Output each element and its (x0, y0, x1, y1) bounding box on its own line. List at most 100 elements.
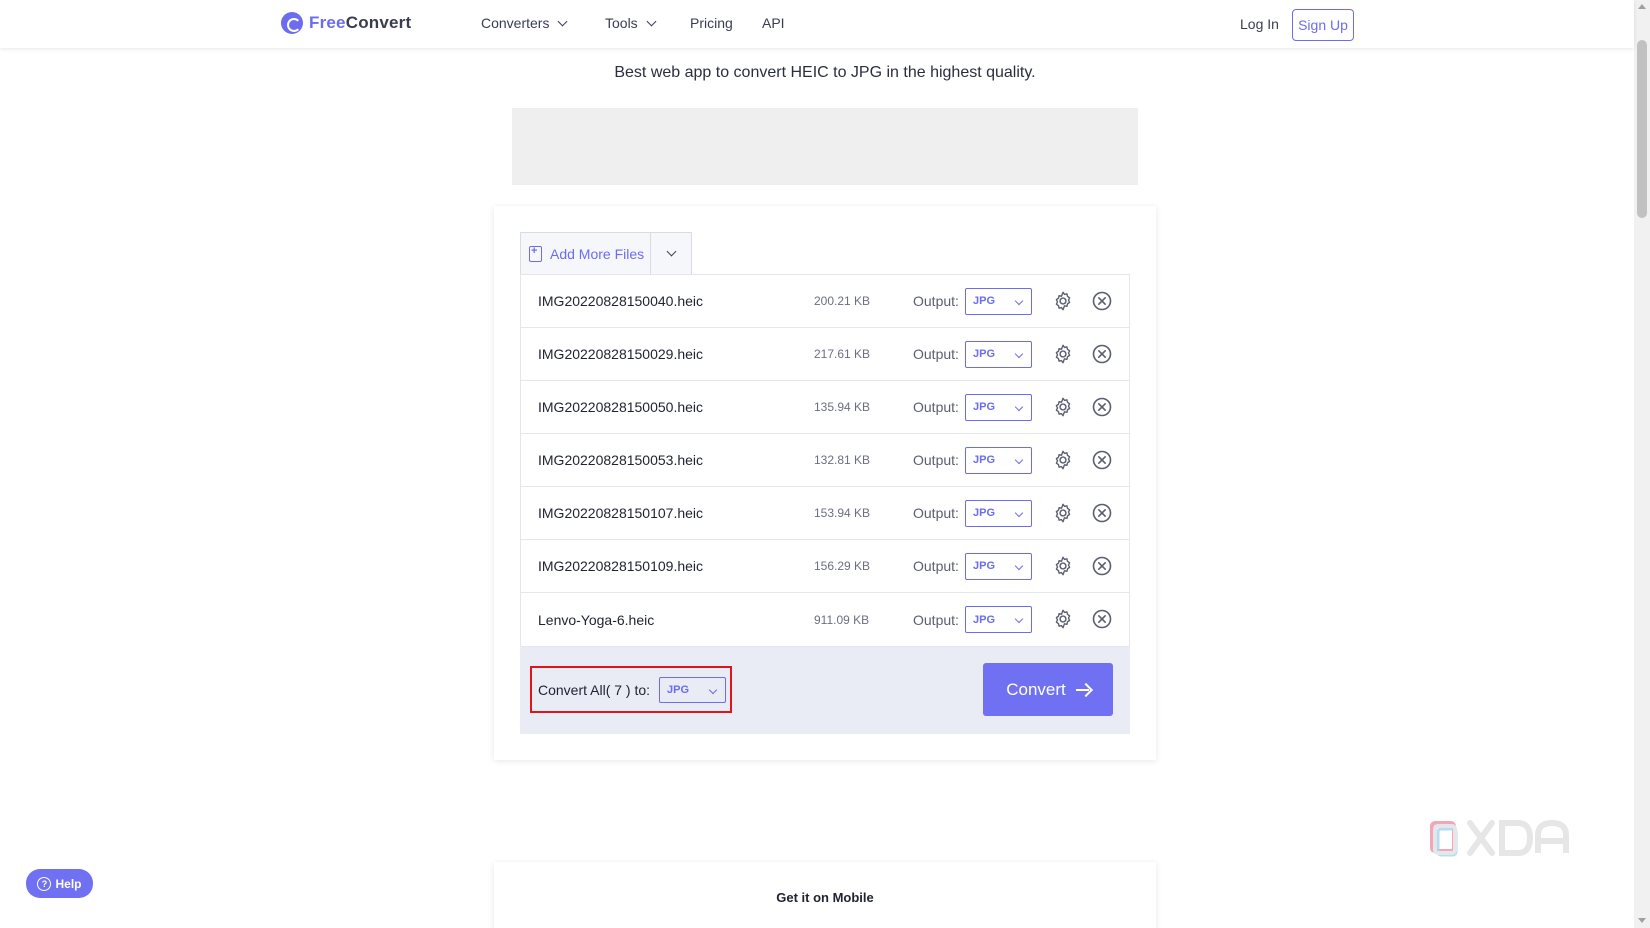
logo-icon (281, 12, 303, 34)
convert-button-label: Convert (1006, 679, 1066, 699)
output-label: Output: (913, 346, 959, 362)
add-more-files-control: Add More Files (520, 232, 692, 274)
remove-file-icon[interactable] (1092, 291, 1112, 311)
remove-file-icon[interactable] (1092, 397, 1112, 417)
mobile-section: Get it on Mobile (494, 862, 1156, 928)
file-name: IMG20220828150107.heic (538, 505, 704, 521)
add-file-icon (529, 245, 542, 262)
output-format-value: JPG (973, 401, 996, 413)
output-label: Output: (913, 611, 959, 628)
output-format-select[interactable]: JPG (965, 287, 1032, 315)
file-size: 156.29 KB (814, 559, 871, 573)
file-row: IMG20220828150050.heic 135.94 KB Output: JP… (521, 381, 1129, 434)
convert-footer: Convert All( 7 ) to: JPG Convert (520, 647, 1130, 734)
output-format-select[interactable]: JPG (965, 499, 1032, 527)
file-row: IMG20220828150053.heic 132.81 KB Output: JP… (521, 434, 1129, 487)
output-label: Output: (913, 558, 959, 574)
chevron-down-icon (1014, 508, 1024, 517)
top-navbar: FreeConvert Converters Tools Pricing API… (0, 0, 1634, 48)
gear-icon[interactable] (1052, 290, 1074, 312)
add-more-files-label: Add More Files (550, 245, 645, 262)
ad-placeholder (512, 108, 1138, 185)
gear-icon[interactable] (1052, 449, 1074, 471)
convert-all-group: Convert All( 7 ) to: JPG (530, 666, 732, 713)
gear-icon[interactable] (1052, 555, 1074, 577)
output-format-select[interactable]: JPG (965, 552, 1032, 580)
file-list: IMG20220828150040.heic 200.21 KB Output: JP… (520, 274, 1130, 647)
nav-tools-label: Tools (605, 15, 638, 31)
output-label: Output: (913, 452, 959, 468)
output-format-value: JPG (973, 454, 996, 466)
file-name: IMG20220828150053.heic (538, 452, 704, 468)
login-link[interactable]: Log In (1240, 16, 1279, 32)
mobile-section-title: Get it on Mobile (776, 890, 874, 905)
file-size: 153.94 KB (814, 506, 871, 520)
file-row: IMG20220828150109.heic 156.29 KB Output: JP… (521, 540, 1129, 593)
file-size: 135.94 KB (814, 400, 871, 414)
file-row: IMG20220828150029.heic 217.61 KB Output: JP… (521, 328, 1129, 381)
add-more-files-button[interactable]: Add More Files (521, 233, 651, 274)
chevron-down-icon (1014, 561, 1024, 570)
chevron-down-icon (1014, 296, 1024, 305)
remove-file-icon[interactable] (1092, 609, 1112, 629)
nav-converters-label: Converters (481, 15, 550, 31)
scroll-down-arrow-icon[interactable] (1638, 918, 1646, 923)
output-format-value: JPG (973, 507, 996, 519)
output-format-select[interactable]: JPG (965, 446, 1032, 474)
signup-button[interactable]: Sign Up (1292, 9, 1354, 41)
remove-file-icon[interactable] (1092, 556, 1112, 576)
freeconvert-logo[interactable]: FreeConvert (281, 12, 411, 34)
output-label: Output: (913, 505, 959, 521)
nav-pricing[interactable]: Pricing (690, 15, 733, 31)
remove-file-icon[interactable] (1092, 450, 1112, 470)
page-tagline: Best web app to convert HEIC to JPG in t… (614, 64, 1036, 81)
chevron-down-icon (558, 16, 568, 26)
nav-converters[interactable]: Converters (481, 15, 568, 31)
output-label: Output: (913, 399, 959, 415)
gear-icon[interactable] (1052, 396, 1074, 418)
output-format-value: JPG (973, 560, 996, 572)
logo-text: FreeConvert (309, 13, 412, 32)
page-scrollbar[interactable] (1634, 0, 1650, 928)
nav-tools[interactable]: Tools (605, 15, 657, 31)
file-name: IMG20220828150050.heic (538, 399, 704, 415)
convert-all-format-select[interactable]: JPG (659, 677, 726, 703)
chevron-down-icon (646, 16, 657, 26)
file-name: IMG20220828150029.heic (538, 346, 704, 362)
output-format-value: JPG (973, 348, 996, 360)
file-size: 911.09 KB (814, 612, 870, 627)
file-size: 132.81 KB (814, 453, 871, 467)
file-size: 200.21 KB (814, 294, 871, 308)
output-format-select[interactable]: JPG (965, 606, 1032, 633)
convert-all-label: Convert All( 7 ) to: (538, 681, 651, 698)
output-format-select[interactable]: JPG (965, 340, 1032, 368)
chevron-down-icon (1014, 402, 1024, 411)
file-name: IMG20220828150040.heic (538, 293, 704, 309)
convert-all-format-value: JPG (667, 684, 690, 696)
scroll-up-arrow-icon[interactable] (1638, 4, 1646, 9)
chevron-down-icon (666, 246, 676, 257)
add-files-source-dropdown[interactable] (651, 246, 691, 257)
output-label: Output: (913, 293, 959, 309)
chevron-down-icon (1014, 349, 1024, 358)
xda-watermark-logo (1430, 819, 1569, 857)
file-size: 217.61 KB (814, 347, 871, 361)
file-row: IMG20220828150107.heic 153.94 KB Output: JP… (521, 487, 1129, 540)
file-name: IMG20220828150109.heic (538, 558, 704, 574)
nav-api[interactable]: API (762, 15, 785, 31)
convert-button[interactable]: Convert (983, 663, 1113, 716)
file-name: Lenvo-Yoga-6.heic (538, 611, 655, 628)
arrow-right-icon (1075, 683, 1090, 697)
chevron-down-icon (708, 685, 718, 695)
remove-file-icon[interactable] (1092, 344, 1112, 364)
output-format-value: JPG (973, 613, 996, 626)
gear-icon[interactable] (1052, 502, 1074, 524)
chevron-down-icon (1014, 455, 1024, 464)
upload-card: Add More Files IMG20220828150040.heic 200… (494, 206, 1156, 760)
output-format-select[interactable]: JPG (965, 393, 1032, 421)
remove-file-icon[interactable] (1092, 503, 1112, 523)
help-button[interactable]: ? Help (26, 869, 93, 898)
question-icon: ? (37, 876, 52, 891)
gear-icon[interactable] (1052, 343, 1074, 365)
gear-icon[interactable] (1052, 608, 1074, 630)
